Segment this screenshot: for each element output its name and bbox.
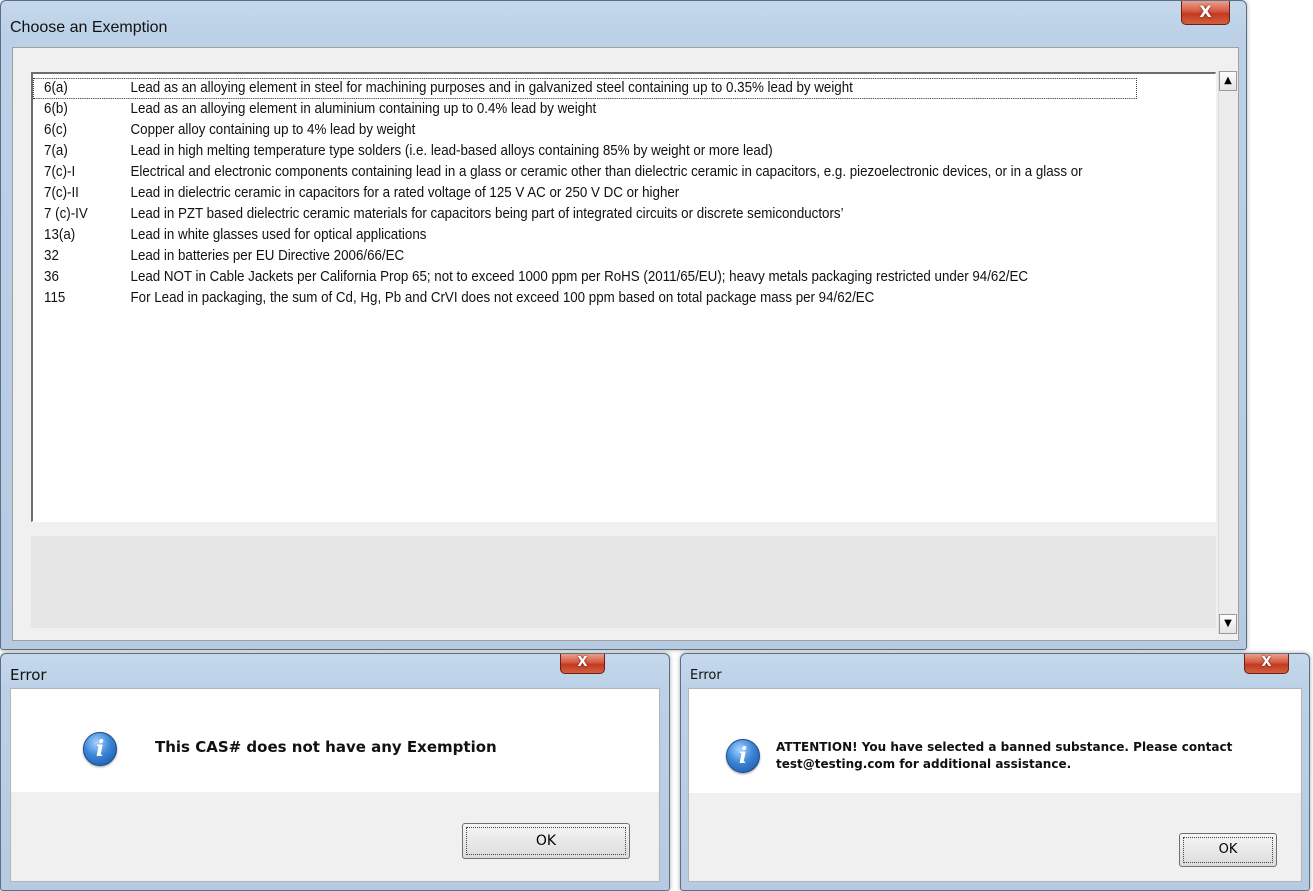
list-item[interactable]: 7(a) Lead in high melting temperature typ… xyxy=(33,141,1137,162)
vertical-scrollbar[interactable]: ▲ ▼ xyxy=(1218,71,1238,634)
exemption-description: Lead in white glasses used for optical a… xyxy=(130,227,427,243)
list-item[interactable]: 13(a) Lead in white glasses used for opti… xyxy=(33,225,1137,246)
close-button[interactable]: X xyxy=(560,654,605,674)
exemption-description: Lead NOT in Cable Jackets per California… xyxy=(130,269,1029,285)
error-message-line-1: ATTENTION! You have selected a banned su… xyxy=(776,740,1233,754)
exemption-description: For Lead in packaging, the sum of Cd, Hg… xyxy=(130,290,875,306)
list-item[interactable]: 36 Lead NOT in Cable Jackets per Californ… xyxy=(33,267,1137,288)
dialog-client-area: i This CAS# does not have any Exemption … xyxy=(10,688,660,882)
list-item[interactable]: 7(c)-II Lead in dielectric ceramic in cap… xyxy=(33,183,1137,204)
exemption-listbox[interactable]: 6(a) Lead as an alloying element in steel… xyxy=(31,72,1216,522)
exemption-description: Lead in high melting temperature type so… xyxy=(130,143,773,159)
focus-rectangle xyxy=(466,827,626,855)
error-dialog-banned-substance: Error X i ATTENTION! You have selected a… xyxy=(680,653,1310,891)
detail-pane xyxy=(31,536,1216,628)
dialog-client-area: i ATTENTION! You have selected a banned … xyxy=(688,688,1302,882)
ok-button[interactable]: OK xyxy=(462,823,630,859)
window-client-area: 6(a) Lead as an alloying element in steel… xyxy=(12,47,1239,641)
exemption-description: Lead in PZT based dielectric ceramic mat… xyxy=(130,206,844,222)
list-item[interactable]: 32 Lead in batteries per EU Directive 200… xyxy=(33,246,1137,267)
error-message-line-2: test@testing.com for additional assistan… xyxy=(776,757,1072,771)
exemption-description: Lead as an alloying element in aluminium… xyxy=(130,101,597,117)
scroll-down-icon[interactable]: ▼ xyxy=(1219,614,1237,634)
error-message: ATTENTION! You have selected a banned su… xyxy=(776,739,1276,773)
exemption-description: Lead as an alloying element in steel for… xyxy=(130,80,853,96)
close-button[interactable]: X xyxy=(1244,654,1289,674)
exemption-description: Lead in batteries per EU Directive 2006/… xyxy=(130,248,405,264)
list-item[interactable]: 6(b) Lead as an alloying element in alumi… xyxy=(33,99,1137,120)
dialog-title: Error xyxy=(10,666,47,684)
list-item[interactable]: 7(c)-I Electrical and electronic componen… xyxy=(33,162,1137,183)
window-title: Choose an Exemption xyxy=(10,19,168,36)
exemption-description: Lead in dielectric ceramic in capacitors… xyxy=(130,185,680,201)
close-button[interactable]: X xyxy=(1181,1,1230,25)
list-item[interactable]: 115 For Lead in packaging, the sum of Cd,… xyxy=(33,288,1137,309)
error-dialog-no-exemption: Error X i This CAS# does not have any Ex… xyxy=(0,653,670,891)
list-item[interactable]: 7 (c)-IV Lead in PZT based dielectric cer… xyxy=(33,204,1137,225)
scroll-up-icon[interactable]: ▲ xyxy=(1219,71,1237,91)
list-item[interactable]: 6(a) Lead as an alloying element in steel… xyxy=(33,78,1137,99)
message-area: i This CAS# does not have any Exemption xyxy=(11,689,659,792)
focus-rectangle xyxy=(1183,837,1273,863)
list-item[interactable]: 6(c) Copper alloy containing up to 4% lea… xyxy=(33,120,1137,141)
message-area: i ATTENTION! You have selected a banned … xyxy=(689,689,1301,793)
dialog-title: Error xyxy=(690,668,722,683)
exemption-description: Electrical and electronic components con… xyxy=(130,164,1083,180)
exemption-description: Copper alloy containing up to 4% lead by… xyxy=(130,122,416,138)
info-icon: i xyxy=(83,732,117,766)
ok-button[interactable]: OK xyxy=(1179,833,1277,867)
choose-exemption-window: Choose an Exemption X 6(a) Lead as an all… xyxy=(0,0,1247,650)
info-icon: i xyxy=(726,739,760,773)
error-message: This CAS# does not have any Exemption xyxy=(155,738,497,756)
